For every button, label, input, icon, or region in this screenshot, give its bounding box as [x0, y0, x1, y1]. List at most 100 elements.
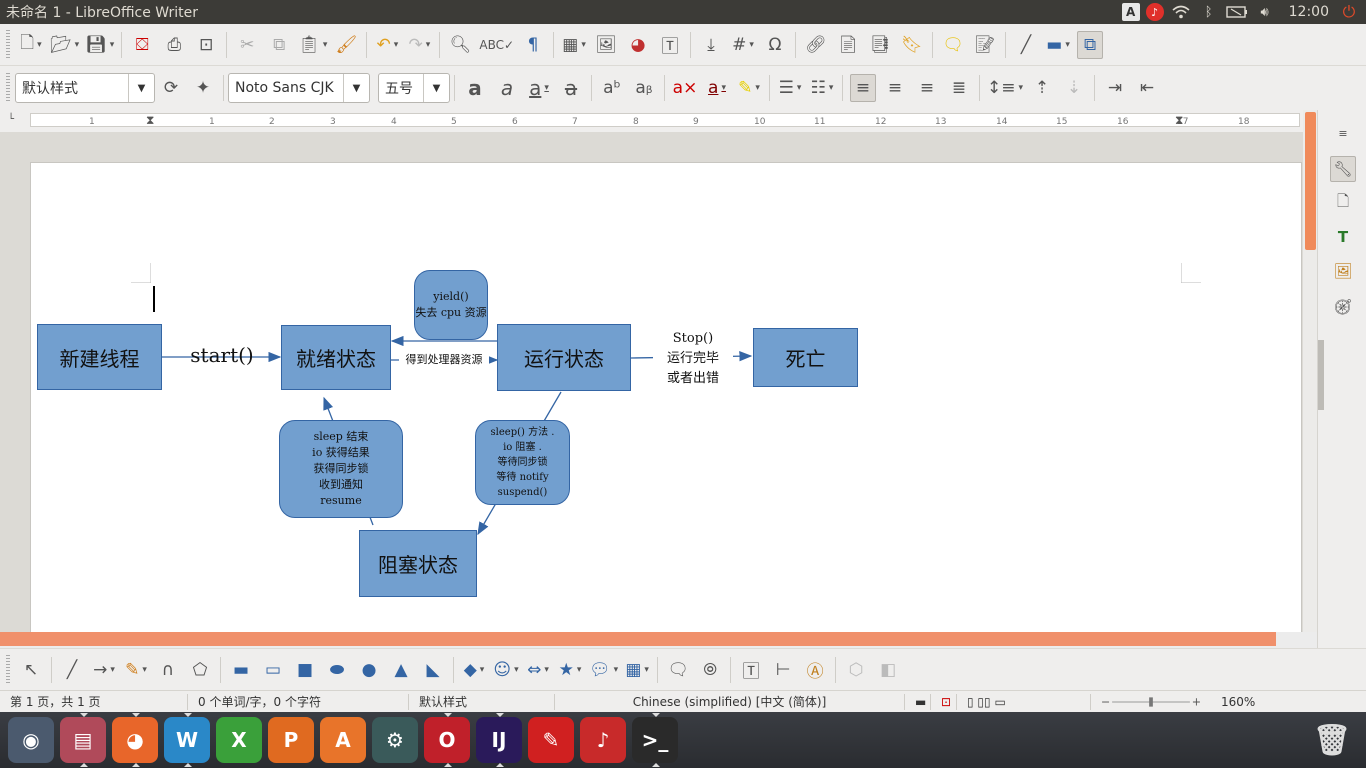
chevron-down-icon[interactable]: ▼ [128, 74, 154, 102]
insert-table-icon[interactable]: ▦ [561, 31, 587, 59]
page-break-icon[interactable]: ⤓ [698, 31, 724, 59]
toolbar-grip[interactable] [6, 654, 10, 685]
increase-indent-icon[interactable]: ⇥ [1102, 74, 1128, 102]
document-modified-icon[interactable]: ⊡ [931, 693, 957, 710]
decrease-paragraph-spacing-icon[interactable]: ⇣ [1061, 74, 1087, 102]
dock-trash-icon[interactable]: 🗑︎ [1309, 717, 1355, 763]
rounded-rectangle-icon[interactable]: ▭ [260, 656, 286, 684]
new-thread-box[interactable]: 新建线程 [37, 324, 162, 390]
netease-music-icon[interactable]: ♪ [1145, 3, 1164, 21]
sleep-end-box[interactable]: sleep 结束 io 获得结果 获得同步锁 收到通知 resume [279, 420, 403, 518]
page-count[interactable]: 第 1 页，共 1 页 [0, 693, 188, 710]
dock-impress-icon[interactable]: P [268, 717, 314, 763]
fontwork-icon[interactable]: ⦾ [697, 656, 723, 684]
hyperlink-icon[interactable]: 🔗︎ [803, 31, 829, 59]
line-spacing-icon[interactable]: ↕≡ [987, 74, 1023, 102]
freeform-icon[interactable]: ✎ [123, 656, 149, 684]
highlight-color-icon[interactable]: ✎ [736, 74, 762, 102]
fontwork-text-icon[interactable]: Ⓐ [802, 656, 828, 684]
dock-firefox-icon[interactable]: ◕ [112, 713, 158, 767]
new-style-icon[interactable]: ✦ [190, 74, 216, 102]
dead-box[interactable]: 死亡 [753, 328, 858, 387]
yield-box[interactable]: yield() 失去 cpu 资源 [414, 270, 488, 340]
flowchart-icon[interactable]: ▦ [624, 656, 650, 684]
right-triangle-icon[interactable]: ◣ [420, 656, 446, 684]
select-icon[interactable]: ↖ [18, 656, 44, 684]
clear-formatting-icon[interactable]: a⨯ [672, 74, 698, 102]
horizontal-ruler[interactable]: └ 1 1 2 3 4 5 6 7 8 9 10 11 12 13 14 15 16 17 18 ⧗ ⧗ [0, 110, 1326, 132]
bookmark-icon[interactable]: 🔖︎ [899, 31, 925, 59]
square-icon[interactable]: ■ [292, 656, 318, 684]
symbol-shapes-icon[interactable]: ☺ [493, 656, 519, 684]
document-area[interactable]: 新建线程 start() 就绪状态 得到处理器资源 运行状态 死亡 Stop()… [0, 132, 1303, 632]
endnote-icon[interactable]: 📑︎ [867, 31, 893, 59]
running-state-box[interactable]: 运行状态 [497, 324, 631, 391]
chevron-down-icon[interactable]: ▼ [423, 74, 449, 102]
show-draw-functions-icon[interactable]: ⧉ [1077, 30, 1104, 59]
volume-icon[interactable]: 🔊︎ [1254, 3, 1276, 21]
track-changes-icon[interactable]: 📝︎ [972, 31, 998, 59]
ellipse-icon[interactable]: ⬬ [324, 656, 350, 684]
zoom-slider[interactable]: − + [1091, 694, 1211, 710]
dock-writer-icon[interactable]: W [164, 713, 210, 767]
insert-textbox-icon[interactable]: 🅃 [657, 31, 683, 59]
block-arrows-icon[interactable]: ⇔ [525, 656, 551, 684]
cut-icon[interactable]: ✂ [234, 31, 260, 59]
save-icon[interactable]: 💾︎ [85, 31, 114, 59]
horizontal-scrollbar[interactable] [0, 632, 1276, 646]
page-style[interactable]: 默认样式 [409, 693, 555, 710]
ready-state-box[interactable]: 就绪状态 [281, 325, 391, 390]
align-left-icon[interactable]: ≡ [850, 74, 876, 102]
open-folder-icon[interactable]: 📂︎ [50, 31, 79, 59]
align-center-icon[interactable]: ≡ [882, 74, 908, 102]
sidebar-menu-icon[interactable]: ≡ [1330, 120, 1356, 146]
styles-icon[interactable]: T [1330, 224, 1356, 250]
polygon-icon[interactable]: ⬠ [187, 656, 213, 684]
dock-dash-icon[interactable]: ◉ [8, 717, 54, 763]
curve-icon[interactable]: ∩ [155, 656, 181, 684]
scroll-thumb[interactable] [1305, 112, 1316, 250]
decrease-indent-icon[interactable]: ⇤ [1134, 74, 1160, 102]
basic-shapes-icon[interactable]: ▬ [1045, 31, 1071, 59]
indent-marker-icon[interactable]: ⧗ [146, 113, 154, 128]
dock-settings-icon[interactable]: ⚙ [372, 717, 418, 763]
redo-icon[interactable]: ↷ [406, 31, 432, 59]
triangle-icon[interactable]: ▲ [388, 656, 414, 684]
power-icon[interactable]: ⏻ [1338, 2, 1360, 21]
insert-chart-icon[interactable]: ◕ [625, 31, 651, 59]
increase-paragraph-spacing-icon[interactable]: ⇡ [1029, 74, 1055, 102]
font-name-combo[interactable]: Noto Sans CJK ▼ [228, 73, 370, 103]
arrow-line-icon[interactable]: → [91, 656, 117, 684]
dock-files-icon[interactable]: ▤ [60, 713, 106, 767]
stars-icon[interactable]: ★ [557, 656, 583, 684]
dock-terminal-icon[interactable]: >_ [632, 713, 678, 767]
justify-icon[interactable]: ≣ [946, 74, 972, 102]
clock[interactable]: 12:00 [1289, 4, 1329, 20]
export-pdf-icon[interactable]: ⛋ [129, 31, 155, 59]
callouts-icon[interactable]: 💬︎ [589, 656, 618, 684]
dock-opera-icon[interactable]: O [424, 713, 470, 767]
insert-mode-icon[interactable]: ▬ [905, 693, 931, 710]
extrusion-icon[interactable]: ◧ [875, 656, 901, 684]
clone-formatting-icon[interactable]: 🖌︎ [333, 31, 359, 59]
bullet-list-icon[interactable]: ☰ [777, 74, 803, 102]
insert-field-icon[interactable]: # [730, 31, 756, 59]
print-preview-icon[interactable]: ⊡ [193, 31, 219, 59]
spelling-icon[interactable]: ABC✓ [479, 31, 514, 59]
dock-intellij-icon[interactable]: IJ [476, 713, 522, 767]
copy-icon[interactable]: ⧉ [266, 31, 292, 59]
subscript-icon[interactable]: aᵦ [631, 74, 657, 102]
insert-image-icon[interactable]: 🖼︎ [593, 31, 619, 59]
dock-calc-icon[interactable]: X [216, 717, 262, 763]
dock-pdf-icon[interactable]: ✎ [528, 717, 574, 763]
strikethrough-icon[interactable]: a [558, 74, 584, 102]
navigator-icon[interactable]: 🧭︎ [1330, 294, 1356, 320]
font-size-combo[interactable]: 五号 ▼ [378, 73, 450, 103]
update-style-icon[interactable]: ⟳ [158, 74, 184, 102]
battery-icon[interactable] [1225, 3, 1248, 21]
line-icon[interactable]: ╱ [1013, 31, 1039, 59]
vertical-text-icon[interactable]: ⊢ [770, 656, 796, 684]
ruler-scale[interactable]: 1 1 2 3 4 5 6 7 8 9 10 11 12 13 14 15 16 17 18 ⧗ ⧗ [30, 113, 1300, 127]
tab-type-icon[interactable]: └ [8, 114, 14, 125]
dock-music-icon[interactable]: ♪ [580, 717, 626, 763]
